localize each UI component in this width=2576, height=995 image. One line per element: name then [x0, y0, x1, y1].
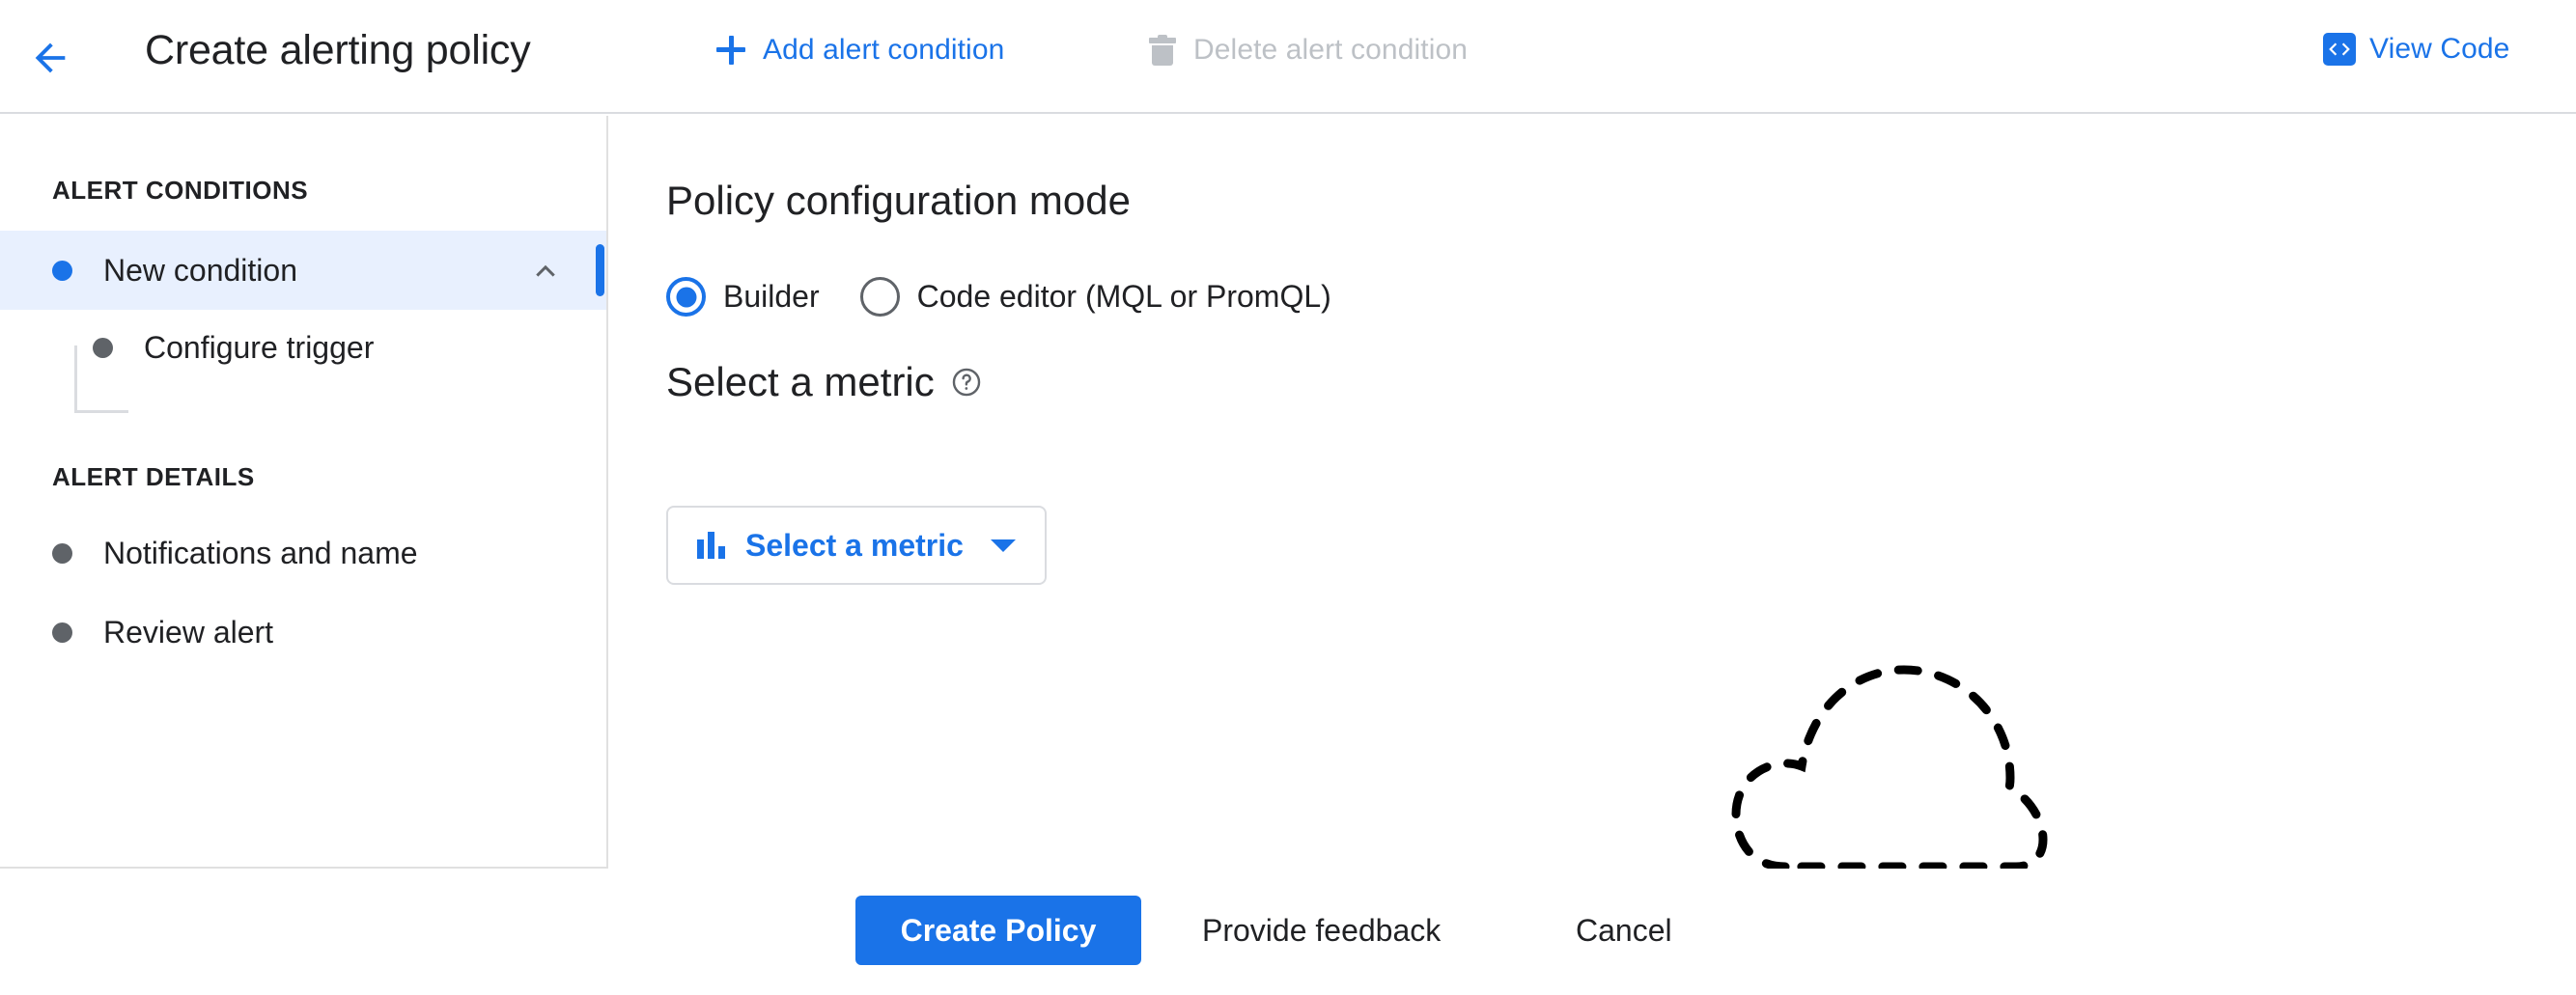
trash-icon: [1149, 35, 1176, 66]
add-alert-condition-button[interactable]: Add alert condition: [716, 34, 1004, 67]
radio-label-code-editor: Code editor (MQL or PromQL): [916, 279, 1331, 314]
code-brackets-icon: [2323, 33, 2356, 66]
page-header: Create alerting policy Add alert conditi…: [0, 0, 2576, 114]
plus-icon: [716, 36, 745, 65]
sidebar-item-label: Review alert: [103, 614, 274, 650]
create-alerting-policy-page: Create alerting policy Add alert conditi…: [0, 0, 2576, 995]
sidebar-item-label: Notifications and name: [103, 535, 418, 570]
bullet-icon: [52, 542, 72, 564]
select-a-metric-heading-text: Select a metric: [666, 359, 935, 404]
view-code-button[interactable]: View Code: [2323, 33, 2509, 66]
sidebar: ALERT CONDITIONS New condition Configure…: [0, 116, 608, 869]
select-a-metric-button[interactable]: Select a metric: [666, 506, 1047, 585]
sidebar-item-new-condition[interactable]: New condition: [0, 231, 606, 310]
sidebar-section-alert-details: ALERT DETAILS: [52, 462, 255, 491]
sidebar-item-label: New condition: [103, 252, 297, 288]
delete-alert-condition-label: Delete alert condition: [1193, 34, 1469, 66]
back-button[interactable]: [25, 33, 75, 83]
main-content: Policy configuration mode Builder Code e…: [610, 116, 2576, 869]
bullet-icon: [93, 337, 113, 358]
select-a-metric-button-label: Select a metric: [745, 527, 964, 563]
radio-button-code-editor[interactable]: [859, 277, 900, 317]
radio-option-code-editor[interactable]: Code editor (MQL or PromQL): [859, 277, 1331, 317]
add-alert-condition-label: Add alert condition: [763, 34, 1005, 66]
sidebar-item-label: Configure trigger: [144, 329, 375, 365]
caret-down-icon: [990, 539, 1016, 552]
sidebar-item-notifications-and-name[interactable]: Notifications and name: [0, 513, 606, 593]
cancel-button[interactable]: Cancel: [1576, 896, 1672, 965]
chevron-up-icon[interactable]: [528, 253, 563, 288]
radio-button-builder[interactable]: [666, 277, 706, 317]
provide-feedback-button[interactable]: Provide feedback: [1202, 896, 1441, 965]
select-a-metric-heading: Select a metric: [666, 359, 983, 405]
radio-option-builder[interactable]: Builder: [666, 277, 820, 317]
bullet-icon: [52, 622, 72, 643]
policy-configuration-mode-heading: Policy configuration mode: [666, 178, 1131, 223]
delete-alert-condition-button[interactable]: Delete alert condition: [1149, 34, 1468, 67]
selection-indicator: [596, 244, 604, 296]
dashed-cloud-icon: [1730, 637, 2049, 869]
create-policy-button[interactable]: Create Policy: [855, 896, 1141, 965]
sidebar-item-review-alert[interactable]: Review alert: [0, 593, 606, 672]
bullet-icon: [52, 260, 72, 281]
bar-chart-icon: [697, 532, 726, 559]
radio-label-builder: Builder: [723, 279, 820, 314]
page-title: Create alerting policy: [145, 27, 531, 73]
view-code-label: View Code: [2369, 33, 2510, 65]
sidebar-item-configure-trigger[interactable]: Configure trigger: [0, 310, 606, 385]
sidebar-section-alert-conditions: ALERT CONDITIONS: [52, 176, 309, 205]
arrow-back-icon: [28, 36, 72, 80]
help-circle-icon[interactable]: [950, 366, 983, 399]
policy-mode-radio-group: Builder Code editor (MQL or PromQL): [666, 277, 1331, 317]
